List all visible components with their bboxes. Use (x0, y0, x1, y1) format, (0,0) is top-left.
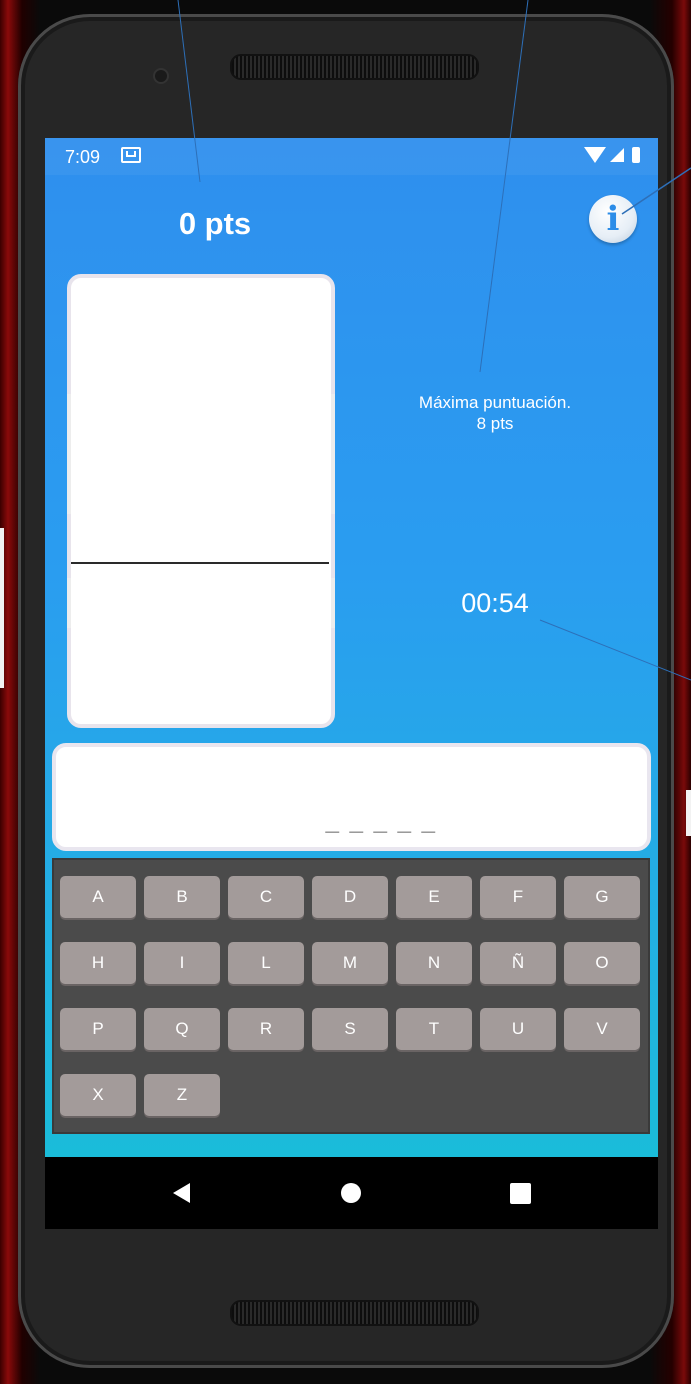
home-icon[interactable] (341, 1183, 361, 1203)
card-edge (67, 578, 71, 628)
key-a[interactable]: A (60, 876, 136, 918)
key-o[interactable]: O (564, 942, 640, 984)
countdown-timer: 00:54 (461, 588, 529, 618)
key-v[interactable]: V (564, 1008, 640, 1050)
letter-keyboard: A B C D E F G H I L M N Ñ O P Q R S T U … (52, 858, 650, 1134)
key-z[interactable]: Z (144, 1074, 220, 1116)
battery-icon (632, 147, 640, 163)
key-n[interactable]: N (396, 942, 472, 984)
info-button[interactable]: i (589, 195, 637, 243)
key-s[interactable]: S (312, 1008, 388, 1050)
status-bar: 7:09 (45, 138, 658, 175)
top-speaker (230, 54, 479, 80)
key-d[interactable]: D (312, 876, 388, 918)
key-g[interactable]: G (564, 876, 640, 918)
background-edge (0, 528, 4, 688)
high-score-label: Máxima puntuación. (418, 393, 572, 412)
key-f[interactable]: F (480, 876, 556, 918)
mail-icon (121, 147, 141, 163)
bottom-speaker (230, 1300, 479, 1326)
key-m[interactable]: M (312, 942, 388, 984)
back-icon[interactable] (173, 1183, 190, 1203)
high-score-value: 8 pts (476, 414, 514, 433)
key-e[interactable]: E (396, 876, 472, 918)
hangman-drawing-card (67, 274, 335, 728)
key-enye[interactable]: Ñ (480, 942, 556, 984)
score-label: 0 pts (178, 206, 252, 241)
key-r[interactable]: R (228, 1008, 304, 1050)
recents-icon[interactable] (510, 1183, 531, 1204)
info-icon: i (606, 199, 620, 239)
key-i[interactable]: I (144, 942, 220, 984)
wifi-icon (584, 147, 606, 163)
signal-icon (610, 148, 624, 162)
gallows-base (71, 562, 329, 564)
navigation-bar (45, 1157, 658, 1229)
key-l[interactable]: L (228, 942, 304, 984)
key-b[interactable]: B (144, 876, 220, 918)
hidden-word: _ _ _ _ _ (325, 807, 437, 834)
word-display: _ _ _ _ _ (52, 743, 651, 851)
key-x[interactable]: X (60, 1074, 136, 1116)
key-u[interactable]: U (480, 1008, 556, 1050)
key-p[interactable]: P (60, 1008, 136, 1050)
app-screen: 7:09 0 pts i Máxima puntuación. 8 pts 00… (45, 138, 658, 1229)
key-t[interactable]: T (396, 1008, 472, 1050)
key-h[interactable]: H (60, 942, 136, 984)
high-score: Máxima puntuación. 8 pts (365, 392, 625, 434)
front-camera (155, 70, 167, 82)
status-icons (584, 147, 640, 163)
card-edge (331, 578, 335, 628)
card-edge (67, 394, 71, 514)
background-edge (686, 790, 691, 836)
card-edge (331, 394, 335, 514)
key-q[interactable]: Q (144, 1008, 220, 1050)
key-c[interactable]: C (228, 876, 304, 918)
status-time: 7:09 (65, 147, 101, 167)
